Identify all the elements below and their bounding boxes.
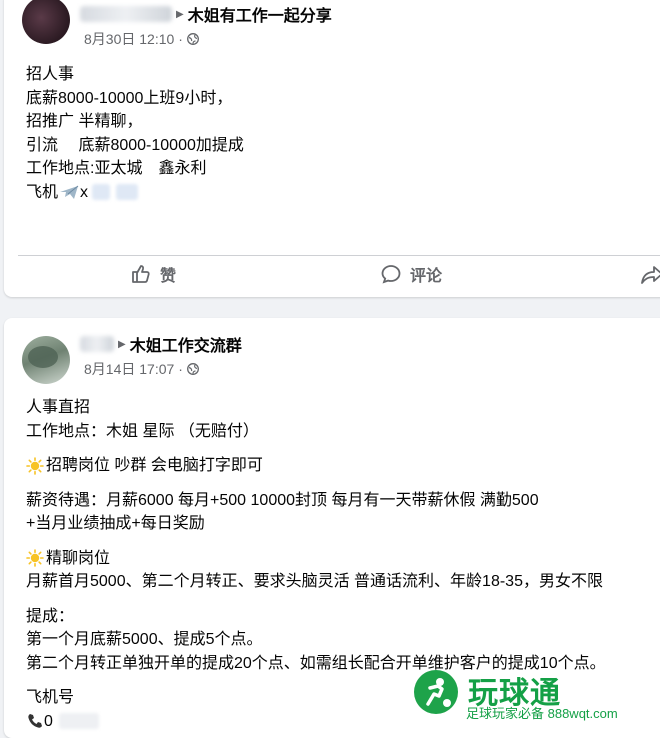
- post-line: 第一个月底薪5000、提成5个点。: [26, 631, 263, 648]
- watermark-subtitle: 足球玩家必备 888wqt.com: [466, 706, 618, 721]
- avatar[interactable]: [22, 336, 70, 384]
- globe-icon: [187, 363, 199, 375]
- post-line: 招聘岗位 吵群 会电脑打字即可: [46, 457, 263, 474]
- sun-icon: [26, 549, 44, 568]
- post-meta: 8月14日 17:07 ·: [84, 359, 199, 379]
- post-header: ▶ 木姐工作交流群: [80, 332, 242, 356]
- post-line: 底薪8000-10000上班9小时，: [26, 89, 233, 107]
- contact-partial: x: [80, 183, 89, 201]
- post-header: ▶ 木姐有工作一起分享: [80, 2, 332, 26]
- post-line: +当月业绩抽成+每日奖励: [26, 515, 205, 532]
- post-line: 招人事: [26, 66, 75, 83]
- like-icon: [132, 265, 150, 283]
- phone-icon: [28, 714, 42, 728]
- caret-right-icon: ▶: [118, 338, 126, 350]
- like-button[interactable]: 赞: [130, 256, 176, 292]
- caret-right-icon: ▶: [176, 8, 184, 20]
- redacted-contact: [58, 713, 99, 730]
- author-name-redacted[interactable]: [80, 336, 114, 352]
- post-line: 提成：: [26, 607, 75, 625]
- post-line: 月薪首月5000、第二个月转正、要求头脑灵活 普通话流利、年龄18-35，男女不…: [26, 573, 603, 590]
- share-button[interactable]: [640, 256, 660, 292]
- airplane-icon: [60, 185, 79, 200]
- post-line-with-icon: 招聘岗位 吵群 会电脑打字即可: [26, 454, 660, 478]
- like-label: 赞: [160, 268, 177, 285]
- post-body: 招人事 底薪8000-10000上班9小时， 招推广 半精聊， 引流 底薪800…: [26, 63, 660, 204]
- redacted-contact: [116, 184, 139, 201]
- post-line: 工作地点:亚太城 鑫永利: [26, 160, 207, 177]
- comment-icon: [381, 265, 401, 284]
- sun-icon: [26, 456, 44, 475]
- post-timestamp[interactable]: 8月30日 12:10: [84, 29, 174, 49]
- share-icon: [641, 266, 660, 284]
- contact-partial: 0: [44, 712, 53, 730]
- author-name-redacted[interactable]: [80, 6, 172, 22]
- watermark-logo-icon: [414, 670, 458, 714]
- post-line: 引流 底薪8000-10000加提成: [26, 136, 244, 154]
- post-line: 工作地点：木姐 星际 （无赔付）: [26, 422, 259, 440]
- post-meta: 8月30日 12:10 ·: [84, 29, 199, 49]
- post-line: 招推广 半精聊，: [26, 113, 143, 130]
- post-timestamp[interactable]: 8月14日 17:07: [84, 359, 174, 379]
- post-line: 精聊岗位: [46, 549, 111, 567]
- post-line: 飞机: [26, 183, 59, 201]
- group-name[interactable]: 木姐工作交流群: [130, 332, 242, 356]
- action-bar: 赞 评论: [18, 255, 660, 292]
- site-watermark: 玩球通 足球玩家必备 888wqt.com: [414, 668, 660, 721]
- contact-line: 飞机 x: [26, 181, 660, 205]
- avatar[interactable]: [22, 0, 70, 44]
- post-line: 薪资待遇：月薪6000 每月+500 10000封顶 每月有一天带薪休假 满勤5…: [26, 491, 539, 509]
- comment-label: 评论: [410, 268, 443, 285]
- globe-icon: [187, 33, 199, 45]
- comment-button[interactable]: 评论: [380, 256, 442, 292]
- group-name[interactable]: 木姐有工作一起分享: [188, 2, 332, 26]
- redacted-contact: [92, 184, 111, 201]
- post-line: 人事直招: [26, 399, 91, 416]
- post-card-1: ▶ 木姐有工作一起分享 8月30日 12:10 · 招人事 底薪8000-100…: [4, 0, 660, 297]
- post-line-with-icon: 精聊岗位: [26, 547, 660, 571]
